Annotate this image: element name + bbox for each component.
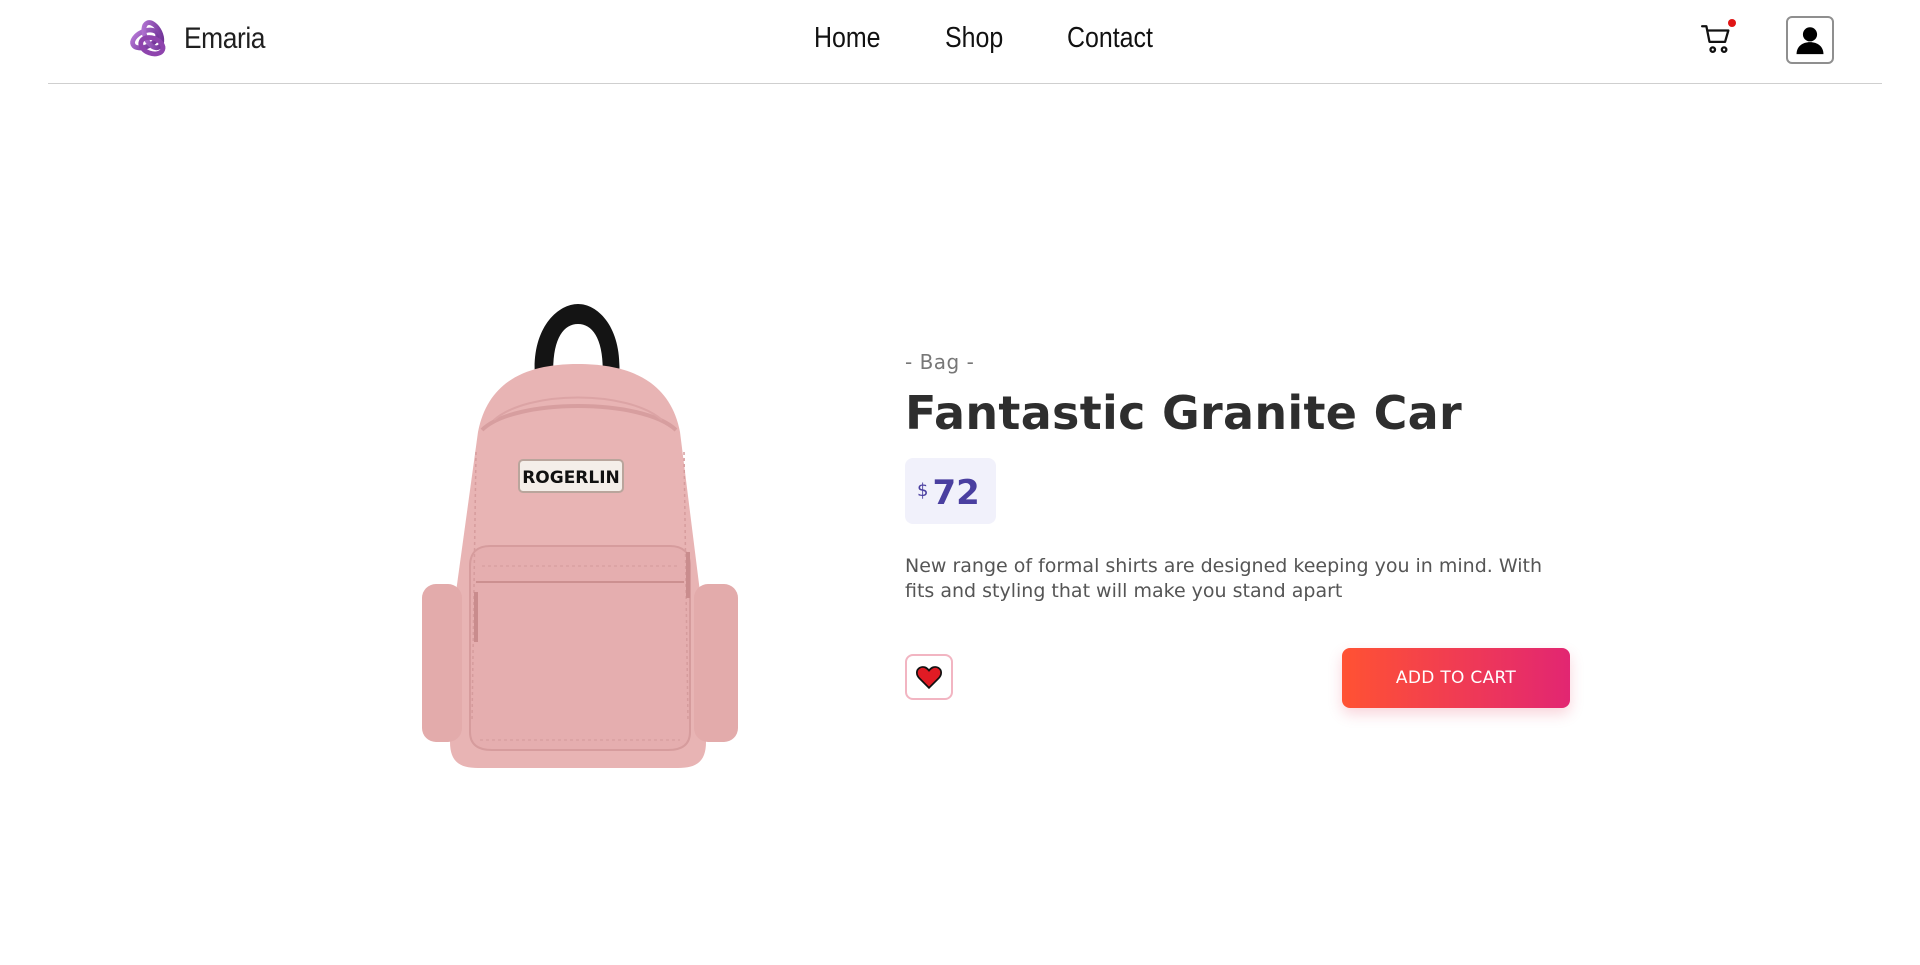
product-title: Fantastic Granite Car <box>905 386 1462 440</box>
product-category: - Bag - <box>905 350 975 374</box>
price-badge: $ 72 <box>905 458 996 524</box>
heart-icon <box>916 666 942 689</box>
price-currency: $ <box>917 480 929 501</box>
brand-logo-link[interactable]: Emaria <box>126 16 276 62</box>
brand-name: Emaria <box>184 22 265 55</box>
nav-link-contact[interactable]: Contact <box>1067 22 1153 55</box>
product-brand-label: ROGERLIN <box>522 468 620 488</box>
user-icon <box>1796 27 1824 55</box>
price-value: 72 <box>932 473 980 513</box>
product-info: - Bag - Fantastic Granite Car $ 72 New r… <box>905 350 1570 714</box>
brand-logo-icon <box>130 20 166 57</box>
nav-link-home[interactable]: Home <box>814 22 881 55</box>
main-nav: Home Shop Contact <box>814 22 1221 55</box>
top-navbar: Emaria Home Shop Contact <box>48 0 1882 84</box>
product-actions: ADD TO CART <box>905 648 1570 714</box>
product-description: New range of formal shirts are designed … <box>905 555 1542 602</box>
account-button[interactable] <box>1786 16 1834 64</box>
add-to-cart-button[interactable]: ADD TO CART <box>1342 648 1570 708</box>
wishlist-button[interactable] <box>905 654 953 700</box>
cart-notification-dot <box>1728 19 1736 27</box>
nav-link-shop[interactable]: Shop <box>945 22 1003 55</box>
product-image-backpack: ROGERLIN <box>422 304 738 768</box>
cart-icon <box>1700 25 1730 54</box>
cart-button[interactable] <box>1700 19 1740 58</box>
